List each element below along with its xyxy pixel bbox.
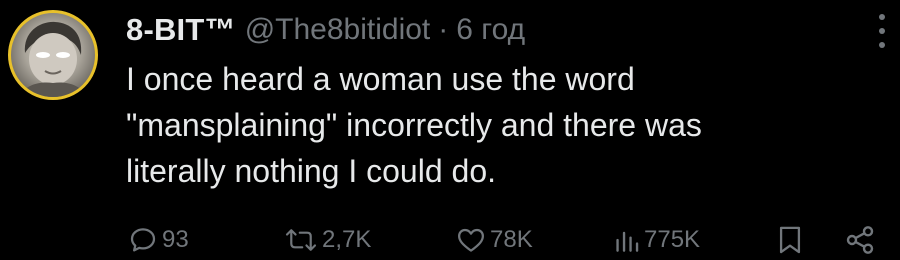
more-vertical-icon[interactable] — [876, 14, 888, 48]
action-bar: 93 2,7K 78K 775K — [128, 222, 888, 258]
reply-count: 93 — [162, 226, 189, 253]
views-button[interactable]: 775K — [614, 222, 700, 258]
avatar[interactable] — [8, 10, 98, 100]
user-handle[interactable]: @The8bitidiot — [245, 13, 431, 47]
repost-button[interactable]: 2,7K — [284, 222, 371, 258]
tweet-text: I once heard a woman use the word "mansp… — [126, 56, 866, 194]
tweet-text-line: literally nothing I could do. — [126, 153, 496, 189]
like-button[interactable]: 78K — [456, 222, 533, 258]
bookmark-button[interactable] — [776, 222, 804, 258]
more-dot — [879, 28, 885, 34]
tweet-text-line: I once heard a woman use the word — [126, 61, 635, 97]
tweet-text-line: "mansplaining" incorrectly and there was — [126, 107, 702, 143]
timestamp[interactable]: 6 год — [456, 13, 525, 47]
tweet-header: 8-BIT™ @The8bitidiot · 6 год — [126, 8, 525, 52]
share-button[interactable] — [844, 222, 876, 258]
heart-icon — [458, 228, 484, 252]
more-dot — [879, 42, 885, 48]
repost-icon — [285, 229, 317, 251]
like-count: 78K — [490, 226, 533, 253]
views-count: 775K — [644, 226, 701, 253]
more-dot — [879, 14, 885, 20]
views-icon — [616, 231, 639, 252]
repost-count: 2,7K — [322, 226, 372, 253]
reply-icon — [130, 228, 156, 252]
bookmark-icon — [779, 226, 801, 254]
share-icon — [846, 226, 874, 254]
reply-button[interactable]: 93 — [128, 222, 189, 258]
tweet: 8-BIT™ @The8bitidiot · 6 год I once hear… — [0, 0, 900, 260]
avatar-image — [19, 21, 87, 97]
separator-dot: · — [438, 13, 449, 46]
display-name[interactable]: 8-BIT™ — [126, 12, 236, 48]
